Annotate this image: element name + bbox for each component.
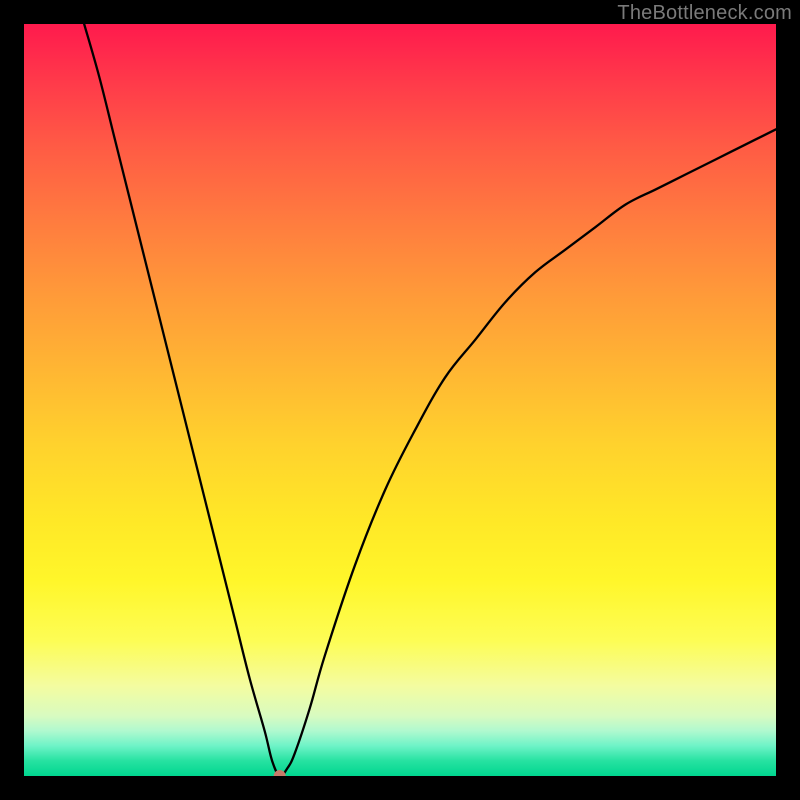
bottleneck-curve-path bbox=[84, 24, 776, 776]
watermark-text: TheBottleneck.com bbox=[617, 2, 792, 25]
plot-area bbox=[24, 24, 776, 776]
chart-frame: TheBottleneck.com bbox=[0, 0, 800, 800]
bottleneck-curve-svg bbox=[24, 24, 776, 776]
